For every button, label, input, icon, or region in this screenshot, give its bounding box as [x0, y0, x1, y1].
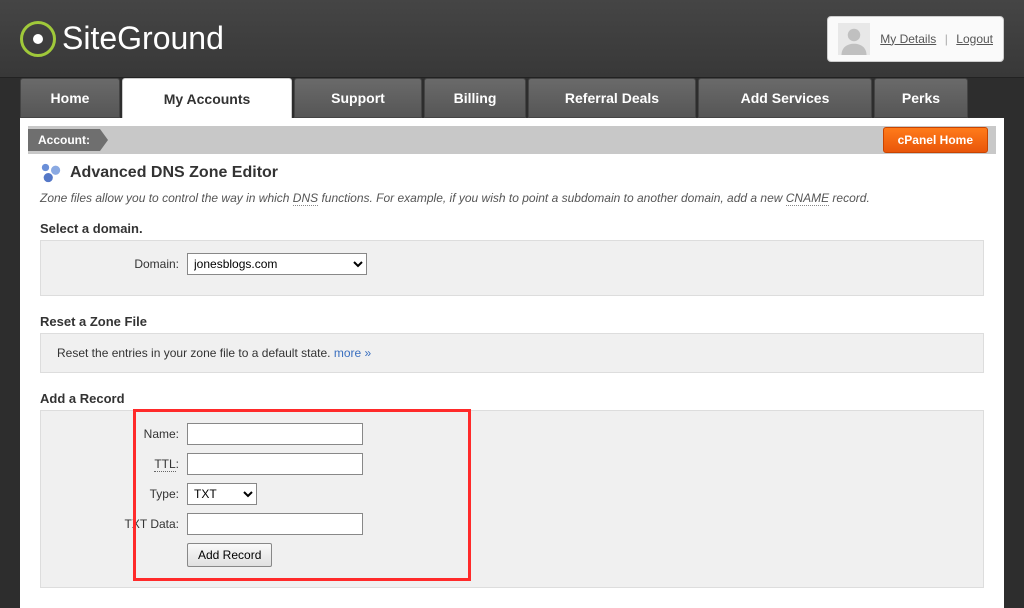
- domain-select[interactable]: jonesblogs.com: [187, 253, 367, 275]
- user-links: My Details | Logout: [880, 30, 993, 48]
- select-domain-box: Domain: jonesblogs.com: [40, 240, 984, 296]
- intro-text: Zone files allow you to control the way …: [40, 190, 984, 207]
- txt-data-input[interactable]: [187, 513, 363, 535]
- ttl-term: TTL: [154, 457, 175, 472]
- dns-zone-icon: [40, 162, 62, 184]
- add-record-box: Name: TTL: Type: TXT TXT Data: Add Recor…: [40, 410, 984, 588]
- logout-link[interactable]: Logout: [956, 32, 993, 46]
- name-label: Name:: [57, 427, 187, 441]
- brand-icon: [20, 21, 56, 57]
- tab-home[interactable]: Home: [20, 78, 120, 118]
- ttl-colon: :: [176, 457, 179, 471]
- ttl-input[interactable]: [187, 453, 363, 475]
- ttl-label: TTL:: [57, 457, 187, 471]
- intro-post: record.: [829, 191, 870, 205]
- intro-pre: Zone files allow you to control the way …: [40, 191, 293, 205]
- brand-text: SiteGround: [62, 20, 224, 57]
- tab-referral-deals[interactable]: Referral Deals: [528, 78, 696, 118]
- type-select[interactable]: TXT: [187, 483, 257, 505]
- tab-billing[interactable]: Billing: [424, 78, 526, 118]
- tab-add-services[interactable]: Add Services: [698, 78, 872, 118]
- cname-term: CNAME: [786, 191, 829, 206]
- tab-support[interactable]: Support: [294, 78, 422, 118]
- more-link[interactable]: more »: [334, 346, 371, 360]
- dns-term: DNS: [293, 191, 318, 206]
- header-bar: SiteGround My Details | Logout: [0, 0, 1024, 78]
- type-row: Type: TXT: [57, 483, 967, 505]
- reset-zone-box: Reset the entries in your zone file to a…: [40, 333, 984, 373]
- brand-logo: SiteGround: [20, 20, 224, 57]
- account-label: Account:: [28, 129, 108, 151]
- cpanel-home-button[interactable]: cPanel Home: [883, 127, 988, 153]
- tab-my-accounts[interactable]: My Accounts: [122, 78, 292, 118]
- domain-row: Domain: jonesblogs.com: [57, 253, 967, 275]
- domain-label: Domain:: [57, 257, 187, 271]
- name-input[interactable]: [187, 423, 363, 445]
- reset-zone-heading: Reset a Zone File: [40, 314, 984, 329]
- user-icon: [839, 25, 869, 55]
- add-record-heading: Add a Record: [40, 391, 984, 406]
- page-title-row: Advanced DNS Zone Editor: [40, 162, 984, 184]
- page-title: Advanced DNS Zone Editor: [70, 164, 278, 182]
- content: Account: cPanel Home Advanced DNS Zone E…: [20, 118, 1004, 608]
- separator: |: [941, 32, 952, 46]
- txt-data-row: TXT Data:: [57, 513, 967, 535]
- type-label: Type:: [57, 487, 187, 501]
- nav-tabs: Home My Accounts Support Billing Referra…: [0, 78, 1024, 118]
- reset-text: Reset the entries in your zone file to a…: [57, 346, 334, 360]
- txt-data-label: TXT Data:: [57, 517, 187, 531]
- sub-header: Account: cPanel Home: [28, 126, 996, 154]
- submit-row: Add Record: [57, 543, 967, 567]
- page-body: Advanced DNS Zone Editor Zone files allo…: [28, 154, 996, 596]
- avatar: [838, 23, 870, 55]
- ttl-row: TTL:: [57, 453, 967, 475]
- tab-perks[interactable]: Perks: [874, 78, 968, 118]
- name-row: Name:: [57, 423, 967, 445]
- user-panel: My Details | Logout: [827, 16, 1004, 62]
- my-details-link[interactable]: My Details: [880, 32, 936, 46]
- intro-mid: functions. For example, if you wish to p…: [318, 191, 786, 205]
- add-record-button[interactable]: Add Record: [187, 543, 272, 567]
- select-domain-heading: Select a domain.: [40, 221, 984, 236]
